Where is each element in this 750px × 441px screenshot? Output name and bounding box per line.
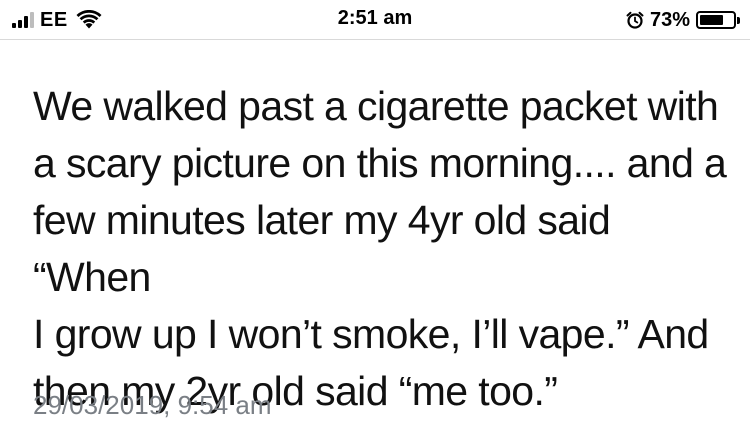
tweet-line: few minutes later my 4yr old said “When xyxy=(33,197,611,300)
tweet-line: a scary picture on this morning.... and … xyxy=(33,140,727,186)
tweet-timestamp[interactable]: 29/03/2019, 9:54 am xyxy=(33,390,272,421)
status-right: 73% xyxy=(626,6,740,34)
battery-level xyxy=(700,15,723,25)
tweet-text: We walked past a cigarette packet with a … xyxy=(33,78,733,420)
status-bar: EE 2:51 am 73% xyxy=(0,0,750,40)
tweet-line: I grow up I won’t smoke, I’ll vape.” And xyxy=(33,311,709,357)
battery-icon xyxy=(696,11,736,29)
battery-percentage: 73% xyxy=(649,8,690,31)
tweet-line: We walked past a cigarette packet with xyxy=(33,83,719,129)
alarm-icon xyxy=(626,11,644,29)
battery-tip xyxy=(737,16,740,24)
